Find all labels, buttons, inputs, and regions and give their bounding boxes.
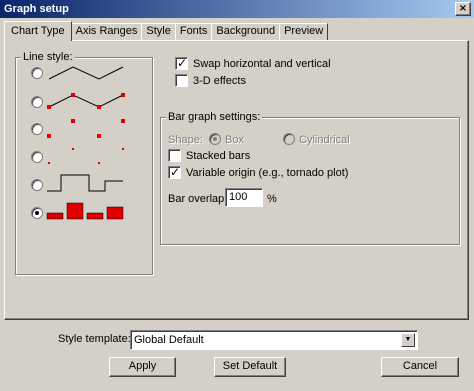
line-style-preview-line-markers [47, 93, 125, 109]
line-style-preview-bar [46, 202, 124, 220]
line-style-preview-small-markers [48, 148, 124, 164]
swap-axes-label: Swap horizontal and vertical [193, 58, 331, 70]
line-style-preview-line [48, 66, 124, 80]
tab-chart-type[interactable]: Chart Type [4, 21, 72, 41]
close-button[interactable]: × [455, 2, 471, 16]
chart-type-panel: Line style: Swap horizontal and vertical… [4, 40, 469, 320]
set-default-button[interactable]: Set Default [214, 357, 286, 377]
apply-button[interactable]: Apply [109, 357, 176, 377]
line-style-radio-markers[interactable] [31, 123, 43, 135]
title-bar: Graph setup × [0, 0, 474, 18]
line-style-title: Line style: [21, 51, 75, 63]
shape-label: Shape: [168, 134, 203, 146]
line-style-radio-line[interactable] [31, 67, 43, 79]
stacked-bars-checkbox[interactable] [168, 149, 181, 162]
close-icon: × [458, 3, 468, 14]
tab-axis-ranges[interactable]: Axis Ranges [70, 23, 143, 41]
bar-settings-title: Bar graph settings: [166, 111, 263, 123]
style-template-label: Style template: [58, 333, 131, 345]
style-template-select[interactable]: Global Default ▼ [130, 330, 418, 350]
style-template-value: Global Default [134, 334, 204, 346]
tab-strip: Chart Type Axis Ranges Style Fonts Backg… [4, 21, 329, 41]
shape-cylindrical-radio[interactable] [283, 133, 295, 145]
chevron-down-icon[interactable]: ▼ [401, 333, 415, 347]
3d-effects-label: 3-D effects [193, 75, 246, 87]
variable-origin-label: Variable origin (e.g., tornado plot) [186, 167, 349, 179]
tab-style[interactable]: Style [141, 23, 176, 41]
line-style-radio-step[interactable] [31, 179, 43, 191]
bar-overlap-value: 100 [229, 191, 248, 203]
shape-box-label: Box [225, 134, 244, 146]
line-style-radio-small-markers[interactable] [31, 151, 43, 163]
bar-overlap-label: Bar overlap: [168, 193, 228, 205]
3d-effects-checkbox[interactable] [175, 74, 188, 87]
tab-background[interactable]: Background [211, 23, 281, 41]
shape-box-radio[interactable] [209, 133, 221, 145]
shape-cylindrical-label: Cylindrical [299, 134, 350, 146]
tab-preview[interactable]: Preview [279, 23, 329, 41]
cancel-button[interactable]: Cancel [381, 357, 459, 377]
bar-overlap-unit: % [267, 193, 277, 205]
line-style-radio-bar[interactable] [31, 207, 43, 219]
line-style-radio-line-markers[interactable] [31, 96, 43, 108]
line-style-preview-markers [47, 119, 125, 138]
swap-axes-checkbox[interactable] [175, 56, 188, 70]
stacked-bars-label: Stacked bars [186, 150, 251, 162]
line-style-preview-step [47, 174, 123, 192]
variable-origin-checkbox[interactable] [168, 165, 181, 179]
tab-fonts[interactable]: Fonts [174, 23, 213, 41]
bar-overlap-input[interactable]: 100 [225, 188, 263, 207]
window-title: Graph setup [4, 3, 69, 15]
